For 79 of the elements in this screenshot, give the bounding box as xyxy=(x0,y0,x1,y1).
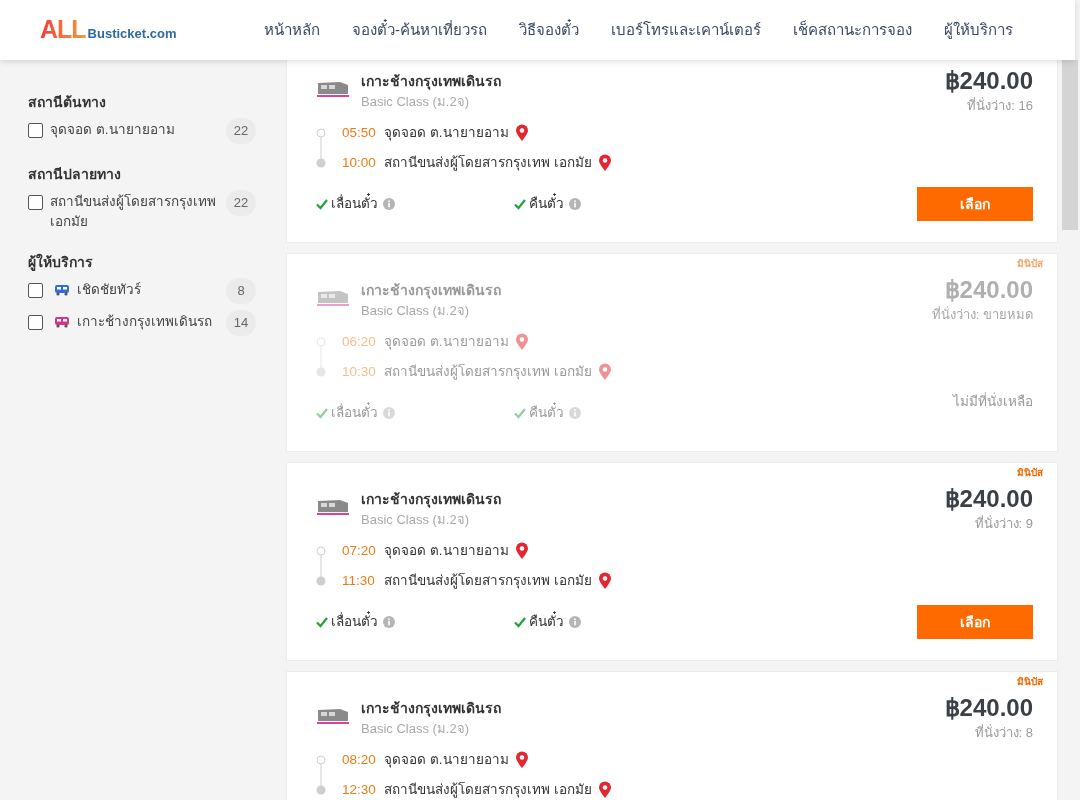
checkbox[interactable] xyxy=(28,315,43,330)
timeline-icon xyxy=(316,755,326,795)
filter-group-title: สถานีปลายทาง xyxy=(28,165,122,184)
seats-available: ที่นั่งว่าง: 9 xyxy=(974,515,1033,533)
departure-stop: จุดจอด ต.นายายอาม xyxy=(384,750,509,770)
departure-time: 08:20 xyxy=(342,750,377,769)
departure-time: 05:50 xyxy=(342,123,377,142)
feature-label: คืนตั๋ว xyxy=(529,402,564,422)
bus-class: Basic Class (ม.2จ) xyxy=(361,720,471,738)
bus-class: Basic Class (ม.2จ) xyxy=(361,511,471,529)
bus-logo-icon xyxy=(316,497,350,517)
map-pin-icon[interactable] xyxy=(514,124,529,142)
arrival-stop: สถานีขนส่งผู้โดยสารกรุงเทพ เอกมัย xyxy=(384,362,592,382)
count-badge: 14 xyxy=(226,310,256,336)
price: ฿240.00 xyxy=(944,275,1033,305)
count-badge: 22 xyxy=(226,118,256,144)
departure-time: 07:20 xyxy=(342,541,377,560)
map-pin-icon[interactable] xyxy=(597,154,612,172)
nav-link[interactable]: วิธีจองตั๋ว xyxy=(519,18,579,42)
checkbox[interactable] xyxy=(28,283,43,298)
arrival-stop: สถานีขนส่งผู้โดยสารกรุงเทพ เอกมัย xyxy=(384,780,592,800)
feature-label: เลื่อนตั๋ว xyxy=(331,611,378,631)
operator-name: เกาะช้างกรุงเทพเดินรถ xyxy=(361,490,501,510)
count-badge: 22 xyxy=(226,190,256,216)
bus-logo-icon xyxy=(316,706,350,726)
nav-link[interactable]: ผู้ให้บริการ xyxy=(944,18,1013,42)
arrival-time: 11:30 xyxy=(342,571,376,590)
no-seats-note: ไม่มีที่นั่งเหลือ xyxy=(953,391,1033,411)
filter-group-title: ผู้ให้บริการ xyxy=(28,252,94,272)
departure-stop: จุดจอด ต.นายายอาม xyxy=(384,541,509,561)
minibus-tag: มินิบัส xyxy=(1017,466,1043,480)
checkbox[interactable] xyxy=(28,195,43,210)
price: ฿240.00 xyxy=(944,693,1033,723)
nav-link[interactable]: เช็คสถานะการจอง xyxy=(793,18,912,42)
map-pin-icon[interactable] xyxy=(597,572,612,590)
seats-available: ที่นั่งว่าง: 16 xyxy=(967,97,1033,115)
departure-stop: จุดจอด ต.นายายอาม xyxy=(384,123,509,143)
nav-link[interactable]: หน้าหลัก xyxy=(264,18,320,42)
operator-name: เกาะช้างกรุงเทพเดินรถ xyxy=(361,72,501,92)
bus-logo-icon xyxy=(316,79,350,99)
nav-link[interactable]: จองตั๋ว-ค้นหาเที่ยวรถ xyxy=(352,18,487,42)
timeline-icon xyxy=(316,128,326,168)
minibus-tag: มินิบัส xyxy=(1017,675,1043,689)
bus-class: Basic Class (ม.2จ) xyxy=(361,93,471,111)
nav-link[interactable]: เบอร์โทรและเคาน์เตอร์ xyxy=(611,18,761,42)
operator-name: เกาะช้างกรุงเทพเดินรถ xyxy=(361,281,501,301)
price: ฿240.00 xyxy=(944,66,1033,96)
arrival-time: 12:30 xyxy=(342,780,377,799)
feature-label: คืนตั๋ว xyxy=(529,611,564,631)
timeline-icon xyxy=(316,337,326,377)
map-pin-icon[interactable] xyxy=(514,751,529,769)
seats-available: ที่นั่งว่าง: ขายหมด xyxy=(931,306,1033,324)
price: ฿240.00 xyxy=(944,484,1033,514)
arrival-stop: สถานีขนส่งผู้โดยสารกรุงเทพ เอกมัย xyxy=(384,571,592,591)
minibus-tag: มินิบัส xyxy=(1017,257,1043,271)
timeline-icon xyxy=(316,546,326,586)
filter-label[interactable]: เชิดชัยทัวร์ xyxy=(77,280,219,300)
site-logo[interactable]: ALLBusticket.com xyxy=(40,11,264,49)
checkbox[interactable] xyxy=(28,123,43,138)
map-pin-icon[interactable] xyxy=(514,542,529,560)
departure-time: 06:20 xyxy=(342,332,377,351)
filter-label[interactable]: จุดจอด ต.นายายอาม xyxy=(50,120,219,140)
bus-class: Basic Class (ม.2จ) xyxy=(361,302,471,320)
arrival-time: 10:00 xyxy=(342,153,377,172)
arrival-stop: สถานีขนส่งผู้โดยสารกรุงเทพ เอกมัย xyxy=(384,153,592,173)
filter-label[interactable]: เกาะช้างกรุงเทพเดินรถ xyxy=(77,312,219,332)
operator-name: เกาะช้างกรุงเทพเดินรถ xyxy=(361,699,501,719)
filter-label[interactable]: สถานีขนส่งผู้โดยสารกรุงเทพ เอกมัย xyxy=(50,192,219,232)
feature-label: เลื่อนตั๋ว xyxy=(331,193,378,213)
count-badge: 8 xyxy=(226,278,256,304)
feature-label: คืนตั๋ว xyxy=(529,193,564,213)
map-pin-icon[interactable] xyxy=(597,781,612,799)
feature-label: เลื่อนตั๋ว xyxy=(331,402,378,422)
filter-group-title: สถานีต้นทาง xyxy=(28,93,107,112)
bus-logo-icon xyxy=(316,288,350,308)
departure-stop: จุดจอด ต.นายายอาม xyxy=(384,332,509,352)
arrival-time: 10:30 xyxy=(342,362,377,381)
scrollbar[interactable] xyxy=(1062,60,1078,230)
seats-available: ที่นั่งว่าง: 8 xyxy=(974,724,1033,742)
